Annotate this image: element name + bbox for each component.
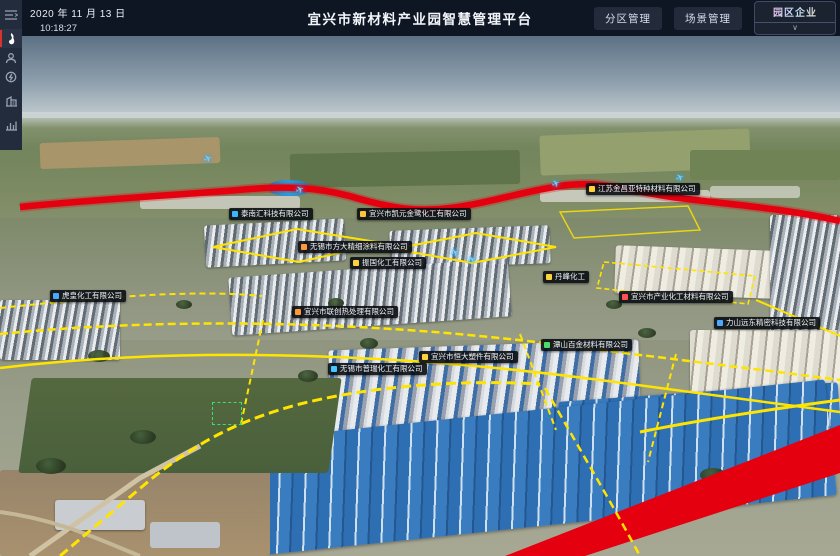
- roads-overlay: [0, 0, 840, 556]
- sidebar-item-stats[interactable]: [0, 115, 22, 134]
- dirt-road: [30, 446, 200, 556]
- factory-icon: [5, 95, 18, 107]
- factory-label[interactable]: 丹峰化工: [543, 271, 589, 283]
- factory-label-text: 宜兴市凯元金鹭化工有限公司: [369, 210, 467, 218]
- power-icon: [5, 71, 17, 83]
- factory-label[interactable]: 虎皇化工有限公司: [50, 290, 126, 302]
- park-enterprise-label: 园区企业: [755, 2, 835, 23]
- factory-label[interactable]: 无锡市方大精细涂料有限公司: [298, 241, 412, 253]
- yellow-road: [0, 293, 262, 308]
- factory-marker-icon: [622, 294, 628, 300]
- header-actions: 分区管理 场景管理 园区企业 ∨: [594, 0, 836, 36]
- factory-label-text: 泰南汇科技有限公司: [241, 210, 309, 218]
- factory-label-text: 力山远东精密科技有限公司: [726, 319, 816, 327]
- factory-label[interactable]: 泰南汇科技有限公司: [229, 208, 313, 220]
- factory-marker-icon: [589, 186, 595, 192]
- factory-label[interactable]: 振国化工有限公司: [350, 257, 426, 269]
- chevron-down-icon: ∨: [755, 23, 835, 34]
- dirt-road: [0, 512, 140, 556]
- sidebar-item-menu[interactable]: [0, 5, 22, 24]
- map-selection-box[interactable]: [212, 402, 242, 425]
- zone-management-button[interactable]: 分区管理: [594, 7, 662, 30]
- factory-marker-icon: [353, 260, 359, 266]
- factory-label-text: 振国化工有限公司: [362, 259, 422, 267]
- factory-label[interactable]: 宜兴市恒大塑件有限公司: [419, 351, 518, 363]
- scene-management-button[interactable]: 场景管理: [674, 7, 742, 30]
- factory-label[interactable]: 江苏金昌亚特种材料有限公司: [586, 183, 700, 195]
- factory-label[interactable]: 宜兴市产业化工材料有限公司: [619, 291, 733, 303]
- red-route-bottom[interactable]: [505, 425, 840, 556]
- park-enterprise-dropdown[interactable]: 园区企业 ∨: [754, 1, 836, 35]
- factory-label-text: 潭山百金材料有限公司: [553, 341, 628, 349]
- smart-park-platform: ✈✈✈✈✈✈ 泰南汇科技有限公司宜兴市凯元金鹭化工有限公司无锡市方大精细涂料有限…: [0, 0, 840, 556]
- chart-icon: [5, 119, 18, 131]
- fire-icon: [6, 32, 17, 45]
- factory-label-text: 宜兴市产业化工材料有限公司: [631, 293, 729, 301]
- sidebar-item-fire[interactable]: [0, 29, 22, 48]
- factory-label-text: 虎皇化工有限公司: [62, 292, 122, 300]
- factory-marker-icon: [232, 211, 238, 217]
- sidebar-item-factory[interactable]: [0, 91, 22, 110]
- factory-label-text: 无锡市普瑞化工有限公司: [340, 365, 423, 373]
- factory-label-text: 宜兴市恒大塑件有限公司: [431, 353, 514, 361]
- top-bar: 2020 年 11 月 13 日 10:18:27 宜兴市新材料产业园智慧管理平…: [0, 0, 840, 36]
- yellow-road: [241, 320, 263, 424]
- yellow-road: [640, 400, 840, 432]
- factory-label[interactable]: 宜兴市凯元金鹭化工有限公司: [357, 208, 471, 220]
- factory-marker-icon: [544, 342, 550, 348]
- sidebar-item-power[interactable]: [0, 67, 22, 86]
- menu-icon: [4, 9, 18, 21]
- factory-marker-icon: [546, 274, 552, 280]
- yellow-road: [648, 354, 676, 462]
- yellow-road: [60, 383, 540, 556]
- factory-label[interactable]: 无锡市普瑞化工有限公司: [328, 363, 427, 375]
- factory-marker-icon: [331, 366, 337, 372]
- factory-label[interactable]: 潭山百金材料有限公司: [541, 339, 632, 351]
- factory-marker-icon: [360, 211, 366, 217]
- factory-label-text: 无锡市方大精细涂料有限公司: [310, 243, 408, 251]
- user-icon: [5, 52, 17, 64]
- factory-label[interactable]: 宜兴市联创热处理有限公司: [292, 306, 398, 318]
- toolbar-sidebar: [0, 0, 22, 150]
- parcel-outline: [560, 206, 700, 238]
- factory-label-text: 丹峰化工: [555, 273, 585, 281]
- factory-marker-icon: [53, 293, 59, 299]
- factory-marker-icon: [295, 309, 301, 315]
- factory-label-text: 宜兴市联创热处理有限公司: [304, 308, 394, 316]
- sidebar-item-user[interactable]: [0, 48, 22, 67]
- factory-marker-icon: [301, 244, 307, 250]
- factory-marker-icon: [422, 354, 428, 360]
- factory-label-text: 江苏金昌亚特种材料有限公司: [598, 185, 696, 193]
- factory-marker-icon: [717, 320, 723, 326]
- factory-label[interactable]: 力山远东精密科技有限公司: [714, 317, 820, 329]
